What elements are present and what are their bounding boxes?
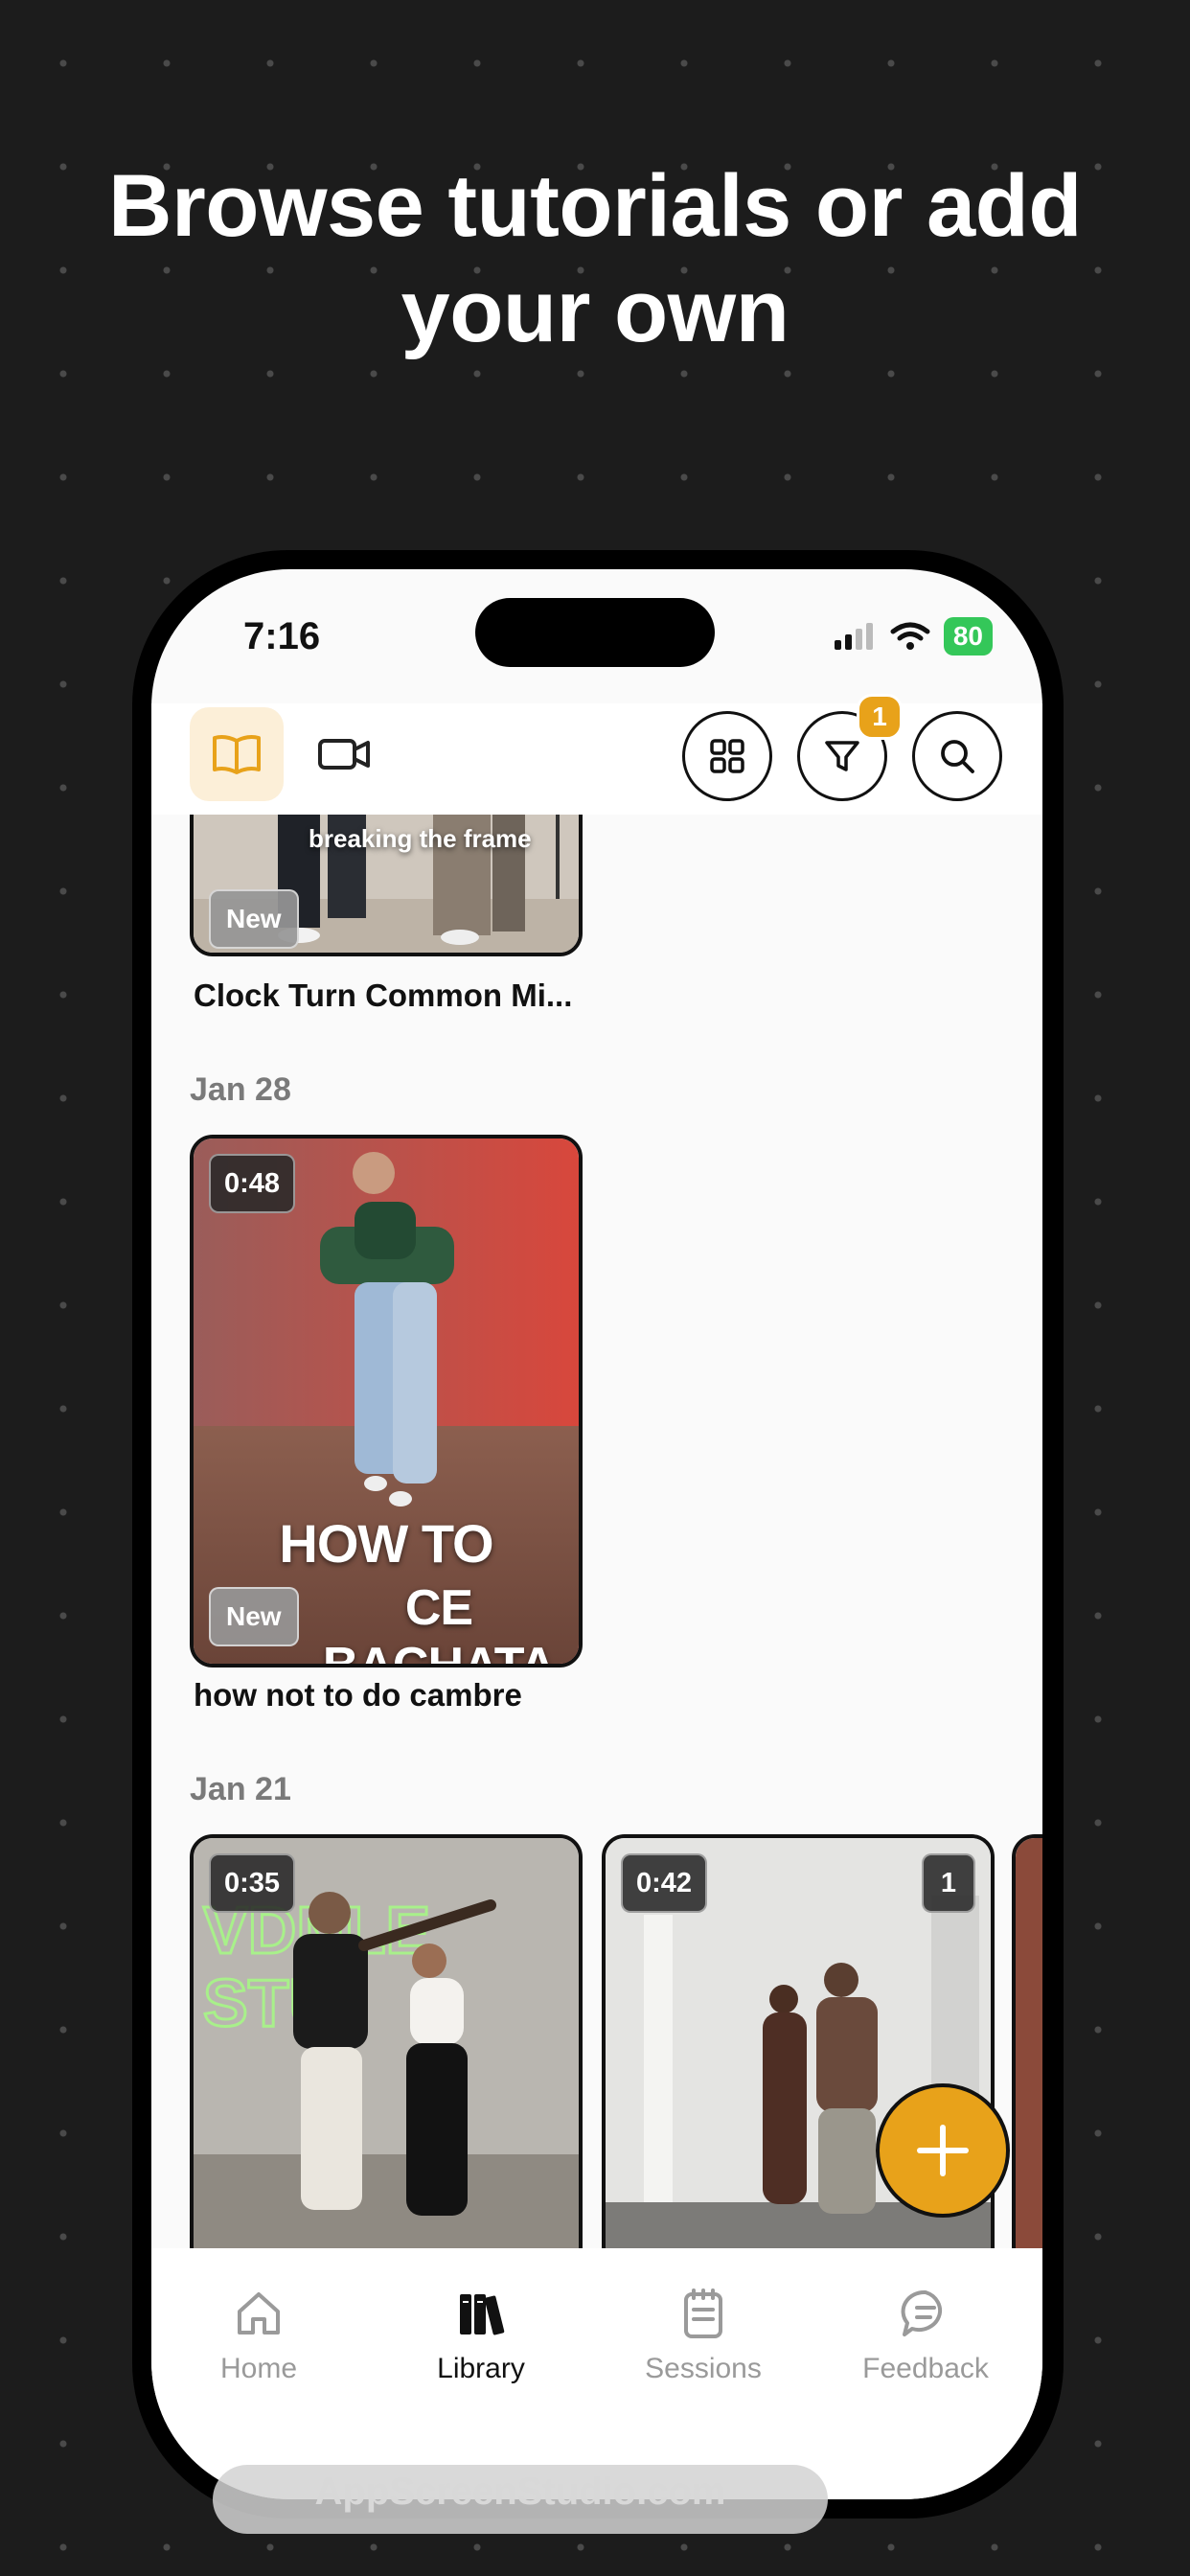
new-badge: New (209, 889, 299, 949)
video-title: how not to do cambre (194, 1677, 522, 1713)
video-card-jan21-3-partial[interactable] (1012, 1834, 1042, 2248)
dynamic-island (475, 598, 715, 667)
watermark: AppScreenStudio.com (314, 2471, 726, 2513)
tab-label: Home (219, 2353, 298, 2384)
video-duration: 0:35 (209, 1853, 296, 1913)
video-card-clock-turn[interactable]: breaking the frame New (190, 815, 583, 956)
headline: Browse tutorials or add your own (0, 153, 1190, 364)
tab-label: Sessions (645, 2353, 762, 2384)
search-button[interactable] (912, 711, 1002, 801)
headline-line-2: your own (400, 263, 790, 360)
grid-icon (710, 739, 744, 773)
tab-home[interactable]: Home (153, 2287, 364, 2385)
filter-count-badge: 1 (857, 694, 903, 740)
library-icon (460, 2294, 505, 2335)
date-header-jan-28: Jan 28 (190, 1071, 291, 1108)
chat-bubble-icon (901, 2289, 943, 2336)
cellular-signal-icon (834, 623, 873, 650)
tab-label: Feedback (862, 2353, 989, 2384)
video-duration: 0:48 (209, 1154, 296, 1213)
new-badge: New (209, 1587, 299, 1646)
library-feed[interactable]: breaking the frame New Clock Turn Common… (151, 815, 1042, 2248)
video-view-toggle[interactable] (297, 707, 391, 801)
headline-line-1: Browse tutorials or add (108, 157, 1083, 255)
home-icon (238, 2292, 280, 2334)
thumbnail-caption: breaking the frame (309, 824, 532, 853)
thumbnail-caption-line-2: CE BACHATA (322, 1580, 556, 1668)
search-icon (941, 740, 974, 773)
tab-bar: Home Library Sessions Feedback (151, 2248, 1042, 2499)
tab-feedback[interactable]: Feedback (820, 2287, 1031, 2385)
phone-screen: 7:16 80 1 breaking the frame New Clock T… (151, 569, 1042, 2499)
library-view-toggle[interactable] (190, 707, 284, 801)
thumbnail-caption-line-1: HOW TO (279, 1513, 493, 1574)
video-thumbnail (1016, 1838, 1042, 2248)
video-camera-icon (318, 739, 370, 770)
library-book-icon (213, 735, 261, 774)
tab-sessions[interactable]: Sessions (598, 2287, 809, 2385)
video-card-jan21-1[interactable]: VDNLE STU 0:35 (190, 1834, 583, 2248)
clipboard-icon (684, 2288, 722, 2338)
grid-view-button[interactable] (682, 711, 772, 801)
status-icons: 80 (833, 617, 993, 656)
top-bar (151, 703, 1042, 815)
status-time: 7:16 (243, 615, 321, 657)
wifi-icon (890, 622, 930, 650)
video-title: Clock Turn Common Mi... (194, 978, 573, 1013)
battery-indicator: 80 (943, 617, 993, 656)
plus-icon (917, 2125, 969, 2176)
tab-library[interactable]: Library (376, 2287, 586, 2385)
add-video-button[interactable] (876, 2083, 1010, 2218)
video-duration: 0:42 (621, 1853, 708, 1913)
date-header-jan-21: Jan 21 (190, 1771, 291, 1807)
clip-count-badge: 1 (921, 1853, 975, 1913)
video-card-cambre[interactable]: 0:48 HOW TO CE BACHATA New (190, 1135, 583, 1668)
filter-icon (825, 741, 859, 771)
tab-label: Library (437, 2353, 525, 2384)
